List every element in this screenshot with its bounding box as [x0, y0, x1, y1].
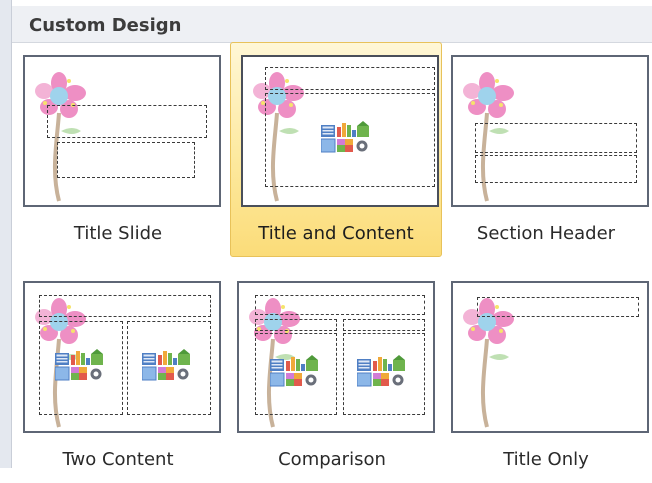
panel-left-edge	[0, 0, 12, 468]
layout-thumbnail	[237, 281, 435, 433]
gallery-header: Custom Design	[12, 6, 652, 43]
text-placeholder	[475, 155, 637, 183]
layout-thumbnail	[23, 55, 221, 207]
layout-label: Section Header	[476, 223, 616, 244]
layout-section-header[interactable]: Section Header	[440, 42, 652, 257]
insert-content-icon	[142, 349, 191, 381]
layout-thumbnail	[23, 281, 221, 433]
layout-thumbnail	[451, 281, 649, 433]
insert-content-icon	[270, 355, 319, 387]
layout-two-content[interactable]: Two Content	[12, 268, 224, 483]
insert-content-icon	[357, 355, 406, 387]
layout-thumbnail	[451, 55, 649, 207]
gallery-title: Custom Design	[29, 15, 182, 36]
title-placeholder	[255, 295, 425, 315]
layout-thumbnail	[241, 55, 439, 207]
insert-content-icon	[321, 121, 370, 153]
insert-content-icon	[55, 349, 104, 381]
layout-comparison[interactable]: Comparison	[226, 268, 438, 483]
layout-title-slide[interactable]: Title Slide	[12, 42, 224, 257]
subtitle-placeholder	[57, 142, 195, 178]
title-placeholder	[265, 67, 435, 90]
layout-label: Two Content	[62, 449, 174, 470]
left-heading-placeholder	[255, 319, 337, 331]
title-placeholder	[47, 105, 207, 138]
layout-title-only[interactable]: Title Only	[440, 268, 652, 483]
title-placeholder	[39, 295, 211, 317]
layout-title-and-content[interactable]: Title and Content	[230, 42, 442, 257]
layout-label: Title Slide	[73, 223, 163, 244]
right-heading-placeholder	[343, 319, 425, 331]
layout-label: Comparison	[278, 449, 386, 470]
title-placeholder	[477, 297, 639, 317]
layout-label: Title and Content	[258, 223, 414, 244]
layout-label: Title Only	[503, 449, 589, 470]
title-placeholder	[475, 123, 637, 153]
